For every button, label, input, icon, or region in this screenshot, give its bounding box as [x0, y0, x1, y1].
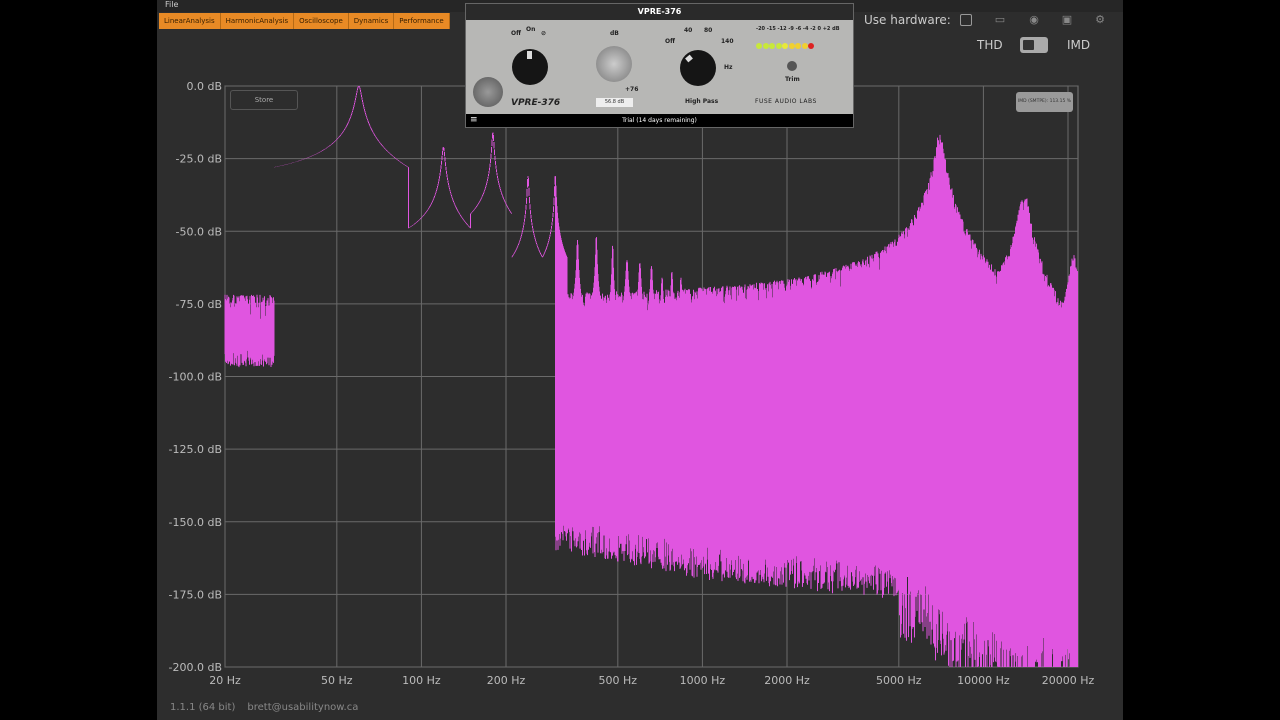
switch-on-label: On: [526, 26, 536, 33]
hamburger-menu-icon[interactable]: ≡: [470, 114, 478, 127]
x-tick-label: 20000 Hz: [1042, 674, 1095, 687]
store-button[interactable]: Store: [230, 90, 298, 110]
y-tick-label: -100.0 dB: [169, 371, 223, 384]
high-pass-label: High Pass: [685, 98, 719, 105]
imd-readout: IMD (SMTPE): 113.15 %: [1016, 92, 1073, 112]
y-tick-label: -125.0 dB: [169, 443, 223, 456]
meter-scale: -20 -15 -12 -9 -6 -4 -2 0 +2 dB: [756, 26, 840, 32]
y-tick-label: -50.0 dB: [176, 225, 223, 238]
x-tick-label: 5000 Hz: [876, 674, 922, 687]
y-tick-label: -200.0 dB: [169, 661, 223, 674]
y-tick-label: -175.0 dB: [169, 588, 223, 601]
plugin-title: VPRE-376: [466, 4, 853, 20]
gain-unit-label: dB: [610, 30, 619, 37]
output-knob[interactable]: [473, 77, 503, 107]
hp-80-label: 80: [704, 27, 713, 34]
x-tick-label: 100 Hz: [402, 674, 441, 687]
user-email: brett@usabilitynow.ca: [247, 702, 359, 713]
y-tick-label: -150.0 dB: [169, 516, 223, 529]
trim-label: Trim: [785, 76, 800, 83]
y-tick-label: 0.0 dB: [186, 80, 222, 93]
trial-text: Trial (14 days remaining): [622, 117, 697, 124]
plugin-window[interactable]: VPRE-376 Off On ⊘ VPRE-376 dB +76 56.8 d…: [465, 3, 854, 128]
brand-logo: VPRE-376: [511, 98, 561, 108]
x-tick-label: 2000 Hz: [764, 674, 810, 687]
maker-logo: FUSE AUDIO LABS: [755, 98, 817, 105]
version-text: 1.1.1 (64 bit): [170, 702, 236, 713]
gain-max-label: +76: [625, 86, 639, 93]
x-tick-label: 20 Hz: [209, 674, 241, 687]
hp-unit-label: Hz: [724, 64, 733, 71]
trim-knob[interactable]: [787, 61, 797, 71]
switch-off-label: Off: [511, 30, 521, 37]
high-pass-knob[interactable]: [680, 50, 716, 86]
power-switch-knob[interactable]: [512, 49, 548, 85]
plugin-status-bar: ≡ Trial (14 days remaining): [466, 114, 853, 127]
level-meter: [756, 34, 815, 53]
gain-value-field[interactable]: 56.8 dB: [596, 98, 633, 107]
hp-140-label: 140: [721, 38, 734, 45]
x-tick-label: 1000 Hz: [680, 674, 726, 687]
y-tick-label: -75.0 dB: [176, 298, 223, 311]
footer: 1.1.1 (64 bit) brett@usabilitynow.ca: [170, 702, 370, 713]
switch-phase-label: ⊘: [541, 30, 547, 37]
hp-off-label: Off: [665, 38, 675, 45]
y-tick-label: -25.0 dB: [176, 153, 223, 166]
x-tick-label: 50 Hz: [321, 674, 353, 687]
gain-knob[interactable]: [596, 46, 632, 82]
x-tick-label: 200 Hz: [487, 674, 526, 687]
hp-40-label: 40: [684, 27, 693, 34]
x-tick-label: 500 Hz: [599, 674, 638, 687]
x-tick-label: 10000 Hz: [957, 674, 1010, 687]
